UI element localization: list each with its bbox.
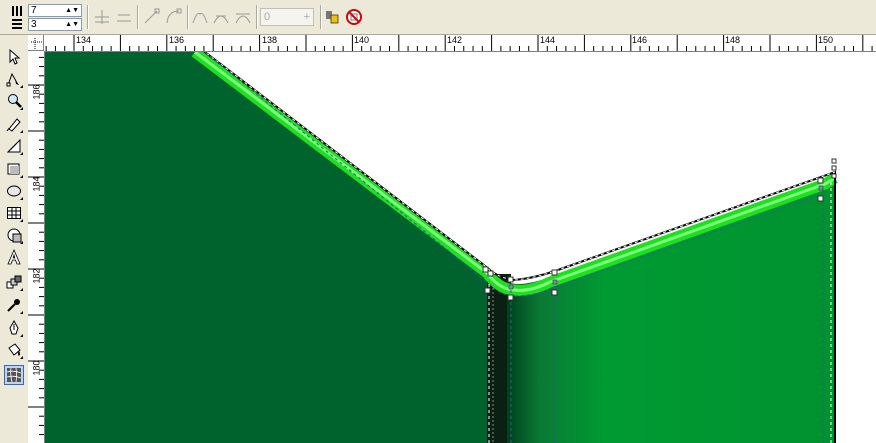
horizontal-ruler[interactable]: 134 136 138 140 142 144 146 148 150 xyxy=(28,35,876,52)
mesh-node-selected[interactable] xyxy=(552,279,558,285)
smart-fill-tool[interactable] xyxy=(4,136,24,156)
ruler-label: 184 xyxy=(31,176,42,192)
fill-tool[interactable] xyxy=(4,340,24,360)
mesh-fill-tool[interactable] xyxy=(4,365,24,385)
ruler-label: 180 xyxy=(31,360,42,376)
freehand-tool[interactable] xyxy=(4,114,24,134)
separator xyxy=(87,5,89,29)
shape-tool[interactable] xyxy=(4,69,24,89)
mesh-fill-tool-icon xyxy=(6,367,22,383)
symmetrical-node-button[interactable] xyxy=(233,7,253,27)
mesh-node[interactable] xyxy=(831,165,837,171)
zoom-tool[interactable] xyxy=(4,91,24,111)
mesh-node[interactable] xyxy=(817,195,824,202)
delete-node-icon xyxy=(117,14,131,22)
node-count-plus: + xyxy=(303,11,310,23)
ruler-label: 138 xyxy=(262,35,278,45)
ruler-label: 146 xyxy=(632,35,648,45)
smooth-node-icon xyxy=(213,15,229,24)
ruler-origin[interactable] xyxy=(28,35,44,51)
ruler-label: 140 xyxy=(354,35,370,45)
mid-green-panel[interactable] xyxy=(507,178,835,443)
ruler-label: 148 xyxy=(725,35,741,45)
mesh-node[interactable] xyxy=(507,276,514,283)
symmetrical-node-icon xyxy=(235,13,251,24)
mesh-node[interactable] xyxy=(831,158,837,164)
separator xyxy=(137,5,139,29)
mesh-node-selected[interactable] xyxy=(818,185,824,191)
ellipse-tool[interactable] xyxy=(4,181,24,201)
mesh-node[interactable] xyxy=(484,287,491,294)
ruler-label: 134 xyxy=(76,35,92,45)
mesh-node[interactable] xyxy=(507,294,514,301)
mesh-node[interactable] xyxy=(551,269,558,276)
ruler-label: 182 xyxy=(31,268,42,284)
text-tool[interactable] xyxy=(4,247,24,267)
drawing-canvas[interactable] xyxy=(45,52,876,443)
separator xyxy=(187,5,189,29)
ruler-origin-icon xyxy=(31,38,42,49)
smooth-node-button[interactable] xyxy=(211,7,231,27)
rows-input[interactable]: 3 ▲▼ xyxy=(28,18,82,31)
mesh-node[interactable] xyxy=(482,266,489,273)
mesh-node[interactable] xyxy=(817,177,824,184)
to-line-button[interactable] xyxy=(141,7,161,27)
to-curve-icon xyxy=(166,8,182,24)
mesh-node-selected[interactable] xyxy=(508,284,514,290)
clear-mesh-button[interactable] xyxy=(344,7,364,27)
ruler-label: 144 xyxy=(540,35,556,45)
node-count-input[interactable]: 0 + xyxy=(260,8,314,26)
ruler-label: 186 xyxy=(31,84,42,100)
columns-icon xyxy=(12,6,24,16)
clear-mesh-icon xyxy=(346,9,362,25)
mesh-node[interactable] xyxy=(487,270,494,277)
cusp-node-icon xyxy=(192,12,208,24)
pick-tool-icon xyxy=(9,49,21,65)
graph-paper-tool[interactable] xyxy=(4,203,24,223)
text-tool-icon xyxy=(7,249,21,265)
reflect-button[interactable] xyxy=(322,7,342,27)
cusp-node-button[interactable] xyxy=(190,7,210,27)
eyedropper-tool[interactable] xyxy=(4,295,24,315)
ruler-label: 150 xyxy=(818,35,834,45)
to-curve-button[interactable] xyxy=(163,7,183,27)
rows-icon xyxy=(12,19,24,29)
rows-spin-arrows[interactable]: ▲▼ xyxy=(65,19,79,30)
add-node-button[interactable] xyxy=(92,7,112,27)
columns-spin-arrows[interactable]: ▲▼ xyxy=(65,5,79,16)
mesh-node[interactable] xyxy=(551,289,558,296)
columns-input[interactable]: 7 ▲▼ xyxy=(28,4,82,17)
mesh-node[interactable] xyxy=(831,173,837,179)
pick-tool[interactable] xyxy=(4,47,24,67)
delete-node-button[interactable] xyxy=(114,7,134,27)
vertical-ruler[interactable]: 186 184 182 180 xyxy=(28,51,45,443)
reflect-icon xyxy=(326,11,339,24)
interactive-blend-tool[interactable] xyxy=(4,272,24,292)
basic-shapes-tool[interactable] xyxy=(4,225,24,245)
property-bar: 7 ▲▼ 3 ▲▼ 0 + xyxy=(0,0,876,35)
rectangle-tool[interactable] xyxy=(4,159,24,179)
separator xyxy=(256,5,258,29)
ruler-label: 136 xyxy=(169,35,185,45)
add-node-icon xyxy=(95,10,109,24)
outline-pen-tool[interactable] xyxy=(4,318,24,338)
toolbox xyxy=(0,35,29,443)
mesh-fill-drawing[interactable] xyxy=(45,52,876,443)
to-line-icon xyxy=(144,8,160,24)
ruler-label: 142 xyxy=(447,35,463,45)
